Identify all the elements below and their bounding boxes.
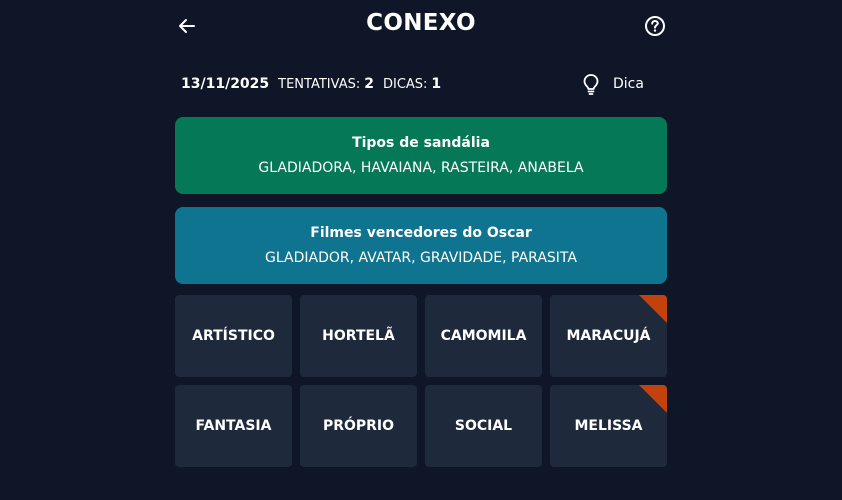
game-date: 13/11/2025 [181, 76, 270, 92]
hints-count: 1 [431, 76, 442, 92]
word-grid: ARTÍSTICO HORTELÃ CAMOMILA MARACUJÁ FANT… [175, 295, 667, 467]
hint-corner-icon [639, 385, 667, 413]
hint-button[interactable]: Dica [581, 71, 644, 97]
solved-group-2: Filmes vencedores do Oscar GLADIADOR, AV… [175, 207, 667, 284]
tile-word: CAMOMILA [440, 328, 527, 344]
tile-word: HORTELÃ [322, 328, 395, 344]
tile-word: ARTÍSTICO [192, 328, 275, 344]
tile-word: SOCIAL [454, 418, 513, 434]
attempts-label: TENTATIVAS: [278, 76, 361, 92]
header: CONEXO [175, 0, 667, 52]
group-words: GLADIADOR, AVATAR, GRAVIDADE, PARASITA [265, 250, 577, 266]
word-tile[interactable]: ARTÍSTICO [175, 295, 292, 377]
word-tile[interactable]: FANTASIA [175, 385, 292, 467]
tile-word: MELISSA [574, 418, 643, 434]
status-bar: 13/11/2025 TENTATIVAS: 2 DICAS: 1 Dica [181, 73, 667, 95]
group-name: Tipos de sandália [352, 135, 490, 151]
hint-button-label: Dica [613, 76, 644, 92]
question-circle-icon [645, 16, 665, 36]
word-tile[interactable]: MARACUJÁ [550, 295, 667, 377]
page-title: CONEXO [366, 10, 476, 36]
word-tile[interactable]: MELISSA [550, 385, 667, 467]
conexo-app: CONEXO 13/11/2025 TENTATIVAS: 2 DICAS: 1… [0, 0, 842, 500]
help-button[interactable] [643, 14, 667, 38]
group-words: GLADIADORA, HAVAIANA, RASTEIRA, ANABELA [258, 160, 584, 176]
group-name: Filmes vencedores do Oscar [310, 225, 532, 241]
hints-label: DICAS: [382, 76, 428, 92]
word-tile[interactable]: CAMOMILA [425, 295, 542, 377]
solved-group-1: Tipos de sandália GLADIADORA, HAVAIANA, … [175, 117, 667, 194]
tile-word: FANTASIA [195, 418, 272, 434]
hint-corner-icon [639, 295, 667, 323]
tile-word: MARACUJÁ [566, 328, 651, 344]
word-tile[interactable]: SOCIAL [425, 385, 542, 467]
attempts-count: 2 [364, 76, 374, 92]
word-tile[interactable]: HORTELÃ [300, 295, 417, 377]
word-tile[interactable]: PRÓPRIO [300, 385, 417, 467]
lightbulb-icon [581, 73, 601, 95]
tile-word: PRÓPRIO [322, 418, 395, 434]
